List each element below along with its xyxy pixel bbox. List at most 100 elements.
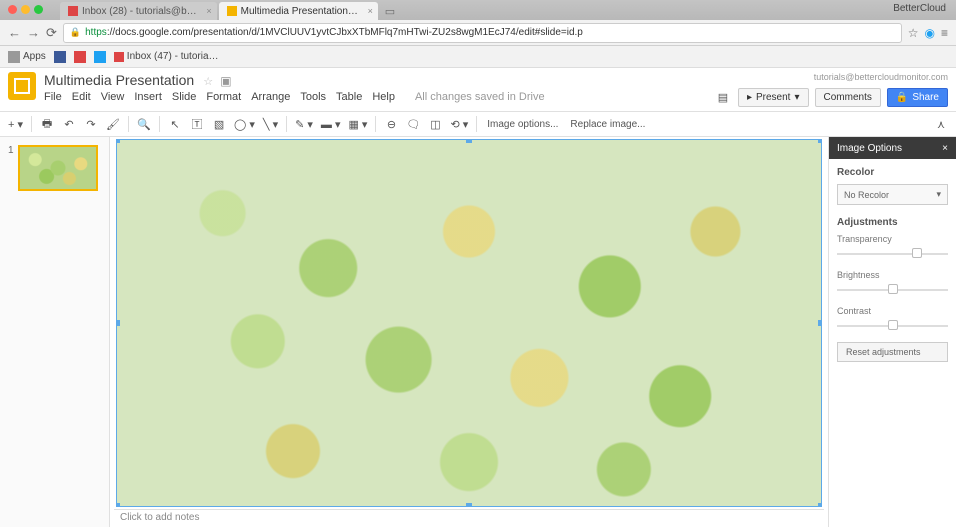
menu-insert[interactable]: Insert <box>134 91 162 103</box>
menu-file[interactable]: File <box>44 91 62 103</box>
resize-handle-icon[interactable] <box>466 503 472 507</box>
bookmark-fb[interactable] <box>54 51 66 63</box>
menu-format[interactable]: Format <box>206 91 241 103</box>
present-button[interactable]: ▸ Present ▾ <box>738 88 809 107</box>
doc-title[interactable]: Multimedia Presentation <box>44 72 194 88</box>
menu-bar: File Edit View Insert Slide Format Arran… <box>44 91 714 103</box>
browser-profile-label[interactable]: BetterCloud <box>893 3 946 14</box>
slider-thumb-icon[interactable] <box>888 320 898 330</box>
reset-image-icon[interactable]: ⟲ ▾ <box>448 115 470 133</box>
slides-logo-icon[interactable] <box>8 72 36 100</box>
redo-button[interactable]: ↷ <box>82 115 100 133</box>
window-controls <box>8 5 43 14</box>
menu-icon[interactable]: ≡ <box>941 26 948 40</box>
save-status: All changes saved in Drive <box>415 91 545 103</box>
bookmark-tw[interactable] <box>94 51 106 63</box>
bookmark-more[interactable] <box>74 51 86 63</box>
address-bar[interactable]: 🔒 https://docs.google.com/presentation/d… <box>63 23 902 43</box>
textbox-icon[interactable]: 🅃 <box>188 115 206 133</box>
menu-arrange[interactable]: Arrange <box>251 91 290 103</box>
tab-label: Multimedia Presentation… <box>241 6 358 17</box>
star-icon[interactable]: ☆ <box>203 76 213 88</box>
browser-tab-slides[interactable]: Multimedia Presentation… × <box>219 2 378 20</box>
close-icon[interactable]: × <box>206 6 211 16</box>
border-icon[interactable]: ▦ ▾ <box>346 115 369 133</box>
url-rest: ://docs.google.com/presentation/d/1MVClU… <box>107 27 583 38</box>
slide-thumbnail[interactable] <box>18 145 98 191</box>
collapse-menu-icon[interactable]: ⋏ <box>932 115 950 133</box>
menu-slide[interactable]: Slide <box>172 91 196 103</box>
resize-handle-icon[interactable] <box>116 320 120 326</box>
speaker-notes[interactable]: Click to add notes <box>114 509 824 527</box>
resize-handle-icon[interactable] <box>818 320 822 326</box>
menu-table[interactable]: Table <box>336 91 362 103</box>
close-icon[interactable]: × <box>942 143 948 154</box>
link-icon[interactable]: ⊖ <box>382 115 400 133</box>
star-icon[interactable]: ☆ <box>908 26 919 40</box>
menu-tools[interactable]: Tools <box>300 91 326 103</box>
contrast-slider[interactable] <box>837 318 948 334</box>
menu-view[interactable]: View <box>101 91 125 103</box>
line-icon[interactable]: ╲ ▾ <box>261 115 280 133</box>
doc-header: Multimedia Presentation ☆ ▣ File Edit Vi… <box>0 68 956 107</box>
print-icon[interactable]: 🖶 <box>38 115 56 133</box>
zoom-icon[interactable]: 🔍 <box>135 115 153 133</box>
crop-tool-icon[interactable]: ◫ <box>426 115 444 133</box>
toolbar: + ▾ 🖶 ↶ ↷ 🖌 🔍 ↖ 🅃 ▧ ◯ ▾ ╲ ▾ ✎ ▾ ▬ ▾ ▦ ▾ … <box>0 111 956 137</box>
browser-tab-inbox[interactable]: Inbox (28) - tutorials@b… × <box>60 2 217 20</box>
image-options-button[interactable]: Image options... <box>483 119 562 130</box>
new-slide-button[interactable]: + ▾ <box>6 115 25 133</box>
replace-image-button[interactable]: Replace image... <box>566 119 649 130</box>
forward-button[interactable]: → <box>27 25 40 40</box>
comments-button[interactable]: Comments <box>815 88 881 107</box>
resize-handle-icon[interactable] <box>818 503 822 507</box>
select-tool-icon[interactable]: ↖ <box>166 115 184 133</box>
lock-icon: 🔒 <box>70 27 81 38</box>
resize-handle-icon[interactable] <box>116 503 120 507</box>
contrast-label: Contrast <box>837 306 948 316</box>
resize-handle-icon[interactable] <box>116 139 120 143</box>
chat-icon[interactable]: ▤ <box>714 89 732 107</box>
new-tab-button[interactable]: ▭ <box>380 5 400 20</box>
gmail-icon <box>68 6 78 16</box>
undo-button[interactable]: ↶ <box>60 115 78 133</box>
reset-adjustments-button[interactable]: Reset adjustments <box>837 342 948 362</box>
maximize-window-icon[interactable] <box>34 5 43 14</box>
resize-handle-icon[interactable] <box>818 139 822 143</box>
sidebar-title: Image Options <box>837 143 902 154</box>
account-email[interactable]: tutorials@bettercloudmonitor.com <box>714 72 948 82</box>
image-icon[interactable]: ▧ <box>210 115 228 133</box>
minimize-window-icon[interactable] <box>21 5 30 14</box>
transparency-slider[interactable] <box>837 246 948 262</box>
facebook-icon <box>54 51 66 63</box>
crop-icon[interactable]: ✎ ▾ <box>293 115 315 133</box>
adjustments-label: Adjustments <box>837 217 948 228</box>
address-bar-row: ← → ⟳ 🔒 https://docs.google.com/presenta… <box>0 20 956 46</box>
chevron-down-icon: ▾ <box>936 189 941 200</box>
comment-icon[interactable]: 🗨 <box>404 115 422 133</box>
close-window-icon[interactable] <box>8 5 17 14</box>
bookmark-gmail[interactable]: Inbox (47) - tutoria… <box>114 51 219 62</box>
close-icon[interactable]: × <box>368 6 373 16</box>
brightness-label: Brightness <box>837 270 948 280</box>
share-button[interactable]: 🔒 Share <box>887 88 948 107</box>
recolor-select[interactable]: No Recolor ▾ <box>837 184 948 205</box>
menu-help[interactable]: Help <box>372 91 395 103</box>
apps-bookmark[interactable]: Apps <box>8 51 46 63</box>
back-button[interactable]: ← <box>8 25 21 40</box>
twitter-icon <box>94 51 106 63</box>
reload-button[interactable]: ⟳ <box>46 25 57 41</box>
mask-icon[interactable]: ▬ ▾ <box>319 115 343 133</box>
resize-handle-icon[interactable] <box>466 139 472 143</box>
slider-thumb-icon[interactable] <box>888 284 898 294</box>
slider-thumb-icon[interactable] <box>912 248 922 258</box>
folder-icon[interactable]: ▣ <box>220 74 231 88</box>
brightness-slider[interactable] <box>837 282 948 298</box>
browser-tab-bar: Inbox (28) - tutorials@b… × Multimedia P… <box>0 0 956 20</box>
extension-icon[interactable]: ◉ <box>925 26 935 40</box>
paint-format-icon[interactable]: 🖌 <box>104 115 122 133</box>
gmail-icon <box>114 52 124 62</box>
shape-icon[interactable]: ◯ ▾ <box>232 115 257 133</box>
menu-edit[interactable]: Edit <box>72 91 91 103</box>
slide-canvas[interactable] <box>116 139 822 507</box>
